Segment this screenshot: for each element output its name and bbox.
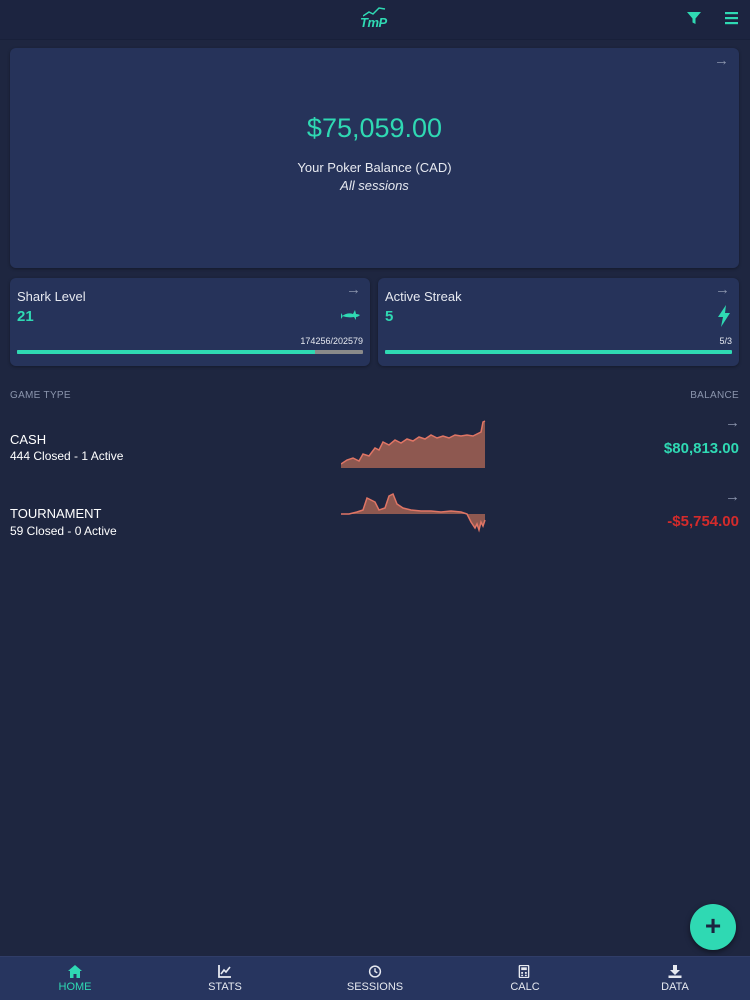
- nav-data[interactable]: DATA: [600, 957, 750, 1000]
- filter-icon[interactable]: [686, 10, 702, 31]
- nav-calc[interactable]: CALC: [450, 957, 600, 1000]
- cash-sparkline: [341, 420, 486, 468]
- top-app-bar: TmP: [0, 0, 750, 40]
- add-session-button[interactable]: +: [690, 904, 736, 950]
- shark-icon: [341, 308, 361, 326]
- shark-level-progress-bar: [17, 350, 363, 354]
- game-name: TOURNAMENT: [10, 506, 102, 521]
- game-name: CASH: [10, 432, 47, 447]
- bottom-navigation: HOME STATS SESSIONS CALC DATA: [0, 956, 750, 1000]
- plus-icon: +: [704, 910, 722, 941]
- game-summary: 444 Closed - 1 Active: [10, 449, 124, 463]
- game-balance: -$5,754.00: [667, 513, 739, 530]
- poker-balance-card[interactable]: → $75,059.00 Your Poker Balance (CAD) Al…: [10, 48, 739, 268]
- active-streak-progress-text: 5/3: [719, 336, 732, 346]
- nav-label: CALC: [510, 981, 540, 993]
- active-streak-card[interactable]: → Active Streak 5 5/3: [378, 278, 739, 366]
- nav-stats[interactable]: STATS: [150, 957, 300, 1000]
- nav-label: HOME: [58, 981, 92, 993]
- tournament-sparkline: [341, 492, 486, 533]
- nav-home[interactable]: HOME: [0, 957, 150, 1000]
- active-streak-progress-fill: [385, 350, 732, 354]
- logo-text: TmP: [360, 15, 387, 30]
- shark-level-value: 21: [17, 308, 34, 325]
- arrow-right-icon[interactable]: →: [725, 414, 740, 431]
- arrow-right-icon[interactable]: →: [714, 52, 729, 69]
- arrow-right-icon[interactable]: →: [346, 281, 361, 298]
- game-row-cash[interactable]: CASH 444 Closed - 1 Active → $80,813.00: [0, 414, 750, 478]
- active-streak-progress-bar: [385, 350, 732, 354]
- hamburger-menu-icon[interactable]: [724, 10, 740, 31]
- chart-icon: [218, 965, 231, 978]
- balance-subtitle: All sessions: [340, 178, 409, 193]
- balance-amount: $75,059.00: [306, 113, 443, 143]
- calculator-icon: [518, 965, 530, 978]
- game-balance: $80,813.00: [663, 440, 739, 457]
- nav-sessions[interactable]: SESSIONS: [300, 957, 450, 1000]
- download-icon: [668, 965, 682, 978]
- shark-level-progress-text: 174256/202579: [300, 336, 363, 346]
- home-icon: [68, 965, 82, 978]
- active-streak-title: Active Streak: [385, 289, 462, 304]
- nav-label: STATS: [208, 981, 242, 993]
- nav-label: SESSIONS: [346, 981, 404, 993]
- balance-label: Your Poker Balance (CAD): [297, 160, 452, 175]
- shark-level-card[interactable]: → Shark Level 21 174256/202579: [10, 278, 370, 366]
- balance-header: BALANCE: [690, 390, 739, 401]
- clock-icon: [368, 965, 382, 978]
- lightning-icon: [717, 305, 731, 332]
- nav-label: DATA: [661, 981, 689, 993]
- arrow-right-icon[interactable]: →: [725, 488, 740, 505]
- game-summary: 59 Closed - 0 Active: [10, 524, 117, 538]
- app-logo: TmP: [355, 6, 395, 32]
- game-row-tournament[interactable]: TOURNAMENT 59 Closed - 0 Active → -$5,75…: [0, 488, 750, 552]
- shark-level-title: Shark Level: [17, 289, 86, 304]
- game-type-header: GAME TYPE: [10, 390, 71, 401]
- shark-level-progress-fill: [17, 350, 315, 354]
- arrow-right-icon[interactable]: →: [715, 281, 730, 298]
- active-streak-value: 5: [385, 308, 394, 325]
